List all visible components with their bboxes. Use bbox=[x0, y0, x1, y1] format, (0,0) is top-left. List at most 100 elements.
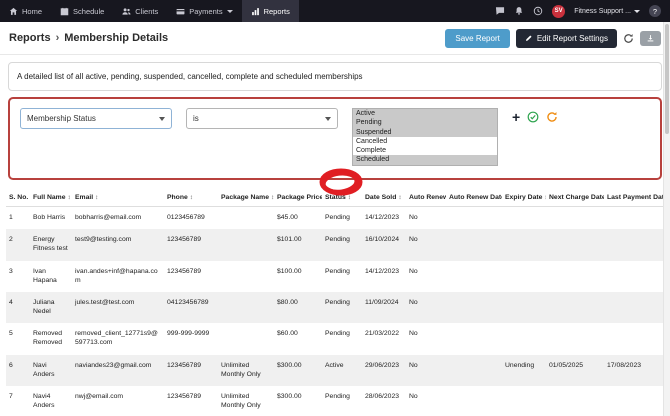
filter-actions: + bbox=[512, 110, 558, 124]
column-header-label: Auto Renew bbox=[409, 194, 446, 201]
table-cell: 1 bbox=[9, 214, 13, 221]
table-cell bbox=[446, 354, 502, 386]
page-title: Membership Details bbox=[64, 32, 169, 44]
status-option-pending[interactable]: Pending bbox=[353, 118, 497, 128]
column-header-label: Last Payment Date bbox=[607, 194, 663, 201]
refresh-report-icon[interactable] bbox=[623, 33, 634, 44]
table-cell: test9@testing.com bbox=[72, 229, 164, 261]
column-header[interactable]: Full Name ↕ bbox=[30, 188, 72, 207]
table-row: 5 Removed Removed removed_client_12771s9@5… bbox=[6, 323, 663, 354]
table-cell bbox=[604, 261, 663, 292]
nav-item-label: Reports bbox=[263, 6, 290, 16]
table-cell bbox=[604, 207, 663, 230]
table-cell bbox=[446, 323, 502, 354]
report-description: A detailed list of all active, pending, … bbox=[8, 62, 662, 91]
breadcrumb: Reports › Membership Details bbox=[9, 32, 168, 44]
table-cell: Pending bbox=[322, 229, 362, 261]
column-header[interactable]: S. No.↕ bbox=[6, 188, 30, 207]
column-header[interactable]: Package Name ↕ bbox=[218, 188, 274, 207]
table-cell: 11/09/2024 bbox=[362, 291, 406, 324]
vertical-scrollbar[interactable] bbox=[663, 22, 670, 416]
table-cell: $300.00 bbox=[274, 354, 322, 386]
filter-field-select[interactable]: Membership Status bbox=[20, 108, 172, 129]
apply-filter-check-icon[interactable] bbox=[527, 111, 539, 123]
table-cell bbox=[446, 291, 502, 324]
edit-report-settings-label: Edit Report Settings bbox=[536, 33, 608, 43]
nav-item-label: Payments bbox=[189, 6, 223, 16]
chevron-down-icon bbox=[325, 116, 331, 121]
nav-item-reports[interactable]: Reports bbox=[241, 0, 299, 22]
table-cell bbox=[446, 386, 502, 416]
chat-icon[interactable] bbox=[495, 6, 505, 16]
table-body: 1 Bob Harris bobharris@email.com 0123456789… bbox=[6, 207, 663, 416]
sort-icon: ↕ bbox=[271, 194, 274, 201]
column-header[interactable]: Status ↕ bbox=[322, 188, 362, 207]
download-button[interactable] bbox=[640, 30, 661, 46]
table-row: 1 Bob Harris bobharris@email.com 0123456789… bbox=[6, 207, 663, 230]
table-cell: Unending bbox=[502, 354, 546, 386]
column-header[interactable]: Phone ↕ bbox=[164, 188, 218, 207]
status-option-complete[interactable]: Complete bbox=[353, 146, 497, 155]
table-cell: Bob Harris bbox=[33, 214, 66, 221]
table-cell: bobharris@email.com bbox=[75, 214, 142, 221]
chevron-down-icon bbox=[634, 9, 640, 13]
column-header-label: Date Sold bbox=[365, 194, 397, 201]
table-cell bbox=[546, 261, 604, 292]
table-cell: nwj@email.com bbox=[75, 392, 124, 400]
table-cell: 29/06/2023 bbox=[362, 354, 406, 386]
column-header[interactable]: Auto Renew Date↕ bbox=[446, 188, 502, 207]
chevron-down-icon bbox=[226, 9, 233, 13]
column-header[interactable]: Package Price↕ bbox=[274, 188, 322, 207]
column-header[interactable]: Date Sold ↕ bbox=[362, 188, 406, 207]
nav-item-schedule[interactable]: Schedule bbox=[51, 0, 113, 22]
reset-filter-refresh-icon[interactable] bbox=[546, 111, 558, 123]
filter-field-value: Membership Status bbox=[27, 114, 96, 123]
home-icon bbox=[9, 7, 18, 16]
table-cell: 28/06/2023 bbox=[365, 392, 400, 400]
memberships-table-container: S. No.↕Full Name↕Email↕Phone↕Package Nam… bbox=[0, 188, 663, 416]
column-header-label: Next Charge Date bbox=[549, 194, 604, 201]
table-cell: No bbox=[406, 354, 446, 386]
status-option-scheduled[interactable]: Scheduled bbox=[353, 155, 497, 165]
table-row: 4 Juliana Nedel jules.test@test.com 0412345… bbox=[6, 291, 663, 324]
save-report-button[interactable]: Save Report bbox=[445, 28, 510, 48]
scrollbar-thumb[interactable] bbox=[665, 24, 669, 134]
column-header[interactable]: Last Payment Date↕ bbox=[604, 188, 663, 207]
help-icon[interactable]: ? bbox=[649, 5, 661, 17]
status-option-suspended[interactable]: Suspended bbox=[353, 127, 497, 137]
table-cell bbox=[502, 229, 546, 261]
table-cell: Unlimited Monthly Only bbox=[221, 392, 261, 410]
nav-item-clients[interactable]: Clients bbox=[113, 0, 167, 22]
user-avatar[interactable]: SV bbox=[552, 4, 566, 18]
column-header[interactable]: Expiry Date↕ bbox=[502, 188, 546, 207]
column-header-label: Full Name bbox=[33, 194, 66, 201]
column-header[interactable]: Email ↕ bbox=[72, 188, 164, 207]
breadcrumb-reports[interactable]: Reports bbox=[9, 32, 51, 44]
edit-report-settings-button[interactable]: Edit Report Settings bbox=[515, 28, 617, 48]
top-navbar: Home Schedule Clients Payments Reports SV Fi… bbox=[0, 0, 670, 22]
status-option-active[interactable]: Active bbox=[353, 109, 497, 119]
history-clock-icon[interactable] bbox=[533, 6, 543, 16]
table-cell: Energy Fitness test bbox=[30, 229, 72, 261]
column-header[interactable]: Next Charge Date↕ bbox=[546, 188, 604, 207]
status-option-cancelled[interactable]: Cancelled bbox=[353, 137, 497, 146]
table-cell: Unlimited Monthly Only bbox=[218, 354, 274, 386]
table-cell: $100.00 bbox=[277, 267, 302, 275]
clients-icon bbox=[122, 7, 131, 16]
filter-status-multiselect[interactable]: Active Pending Suspended Cancelled Complete S… bbox=[352, 108, 498, 166]
nav-item-home[interactable]: Home bbox=[0, 0, 51, 22]
table-row: 2 Energy Fitness test test9@testing.com 123… bbox=[6, 229, 663, 261]
table-cell: Navi4 Anders bbox=[33, 392, 55, 410]
column-header-label: Expiry Date bbox=[505, 194, 543, 201]
add-filter-icon[interactable]: + bbox=[512, 110, 520, 124]
table-cell: 123456789 bbox=[167, 267, 202, 275]
notifications-bell-icon[interactable] bbox=[514, 6, 524, 16]
table-cell bbox=[218, 229, 274, 261]
table-cell: Pending bbox=[322, 291, 362, 324]
filter-operator-select[interactable]: is bbox=[186, 108, 338, 129]
account-switcher[interactable]: Fitness Support ... bbox=[574, 8, 640, 15]
table-cell bbox=[546, 386, 604, 416]
payments-icon bbox=[176, 7, 185, 16]
column-header[interactable]: Auto Renew↕ bbox=[406, 188, 446, 207]
nav-item-payments[interactable]: Payments bbox=[167, 0, 241, 22]
